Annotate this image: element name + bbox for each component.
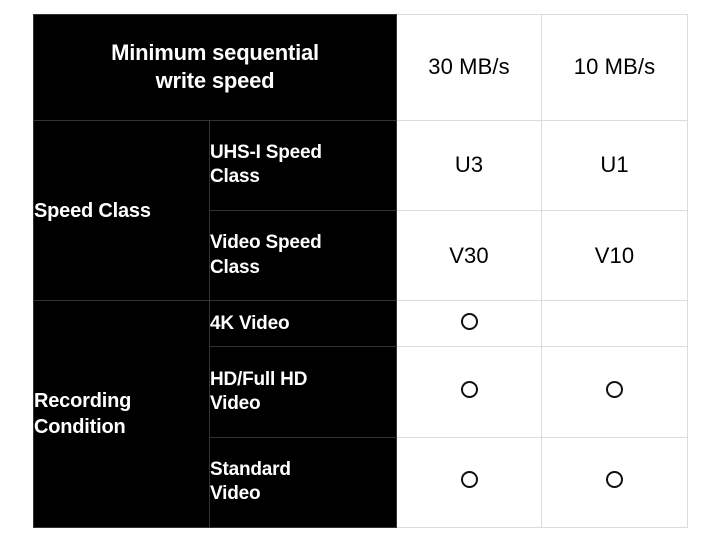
table-row-header: Minimum sequential write speed 30 MB/s 1…	[33, 14, 688, 121]
table-row-4k-video: Recording Condition 4K Video	[33, 300, 688, 528]
column-header-10mbs: 10 MB/s	[541, 14, 688, 121]
circle-outline-icon	[460, 471, 478, 489]
row-label-hd-line-1: HD/Full HD	[210, 368, 308, 390]
cell-video-speed-10mbs: V10	[541, 210, 688, 302]
spec-table-container: Minimum sequential write speed 30 MB/s 1…	[33, 14, 688, 529]
cell-standard-video-10mbs	[541, 436, 688, 529]
cell-4k-video-10mbs	[541, 300, 688, 348]
header-title-line-1: Minimum sequential	[111, 39, 319, 65]
row-label-hd-line-2: Video	[210, 393, 261, 415]
circle-outline-icon	[606, 471, 623, 489]
cell-hd-full-hd-10mbs	[541, 346, 688, 438]
column-header-10mbs-label: 10 MB/s	[573, 54, 656, 80]
group-label-recording-line-2: Condition	[34, 416, 126, 439]
table-row-uhs-i-speed-class: Speed Class UHS-I Speed Class U3 U1	[33, 119, 688, 302]
circle-outline-icon	[460, 312, 478, 330]
circle-outline-icon	[460, 381, 478, 399]
cell-uhs-i-10mbs: U1	[541, 119, 688, 212]
cell-hd-full-hd-30mbs	[396, 346, 542, 438]
cell-4k-video-30mbs	[396, 300, 542, 348]
cell-uhs-i-10mbs-value: U1	[600, 152, 629, 178]
cell-video-speed-10mbs-value: V10	[594, 242, 635, 268]
column-header-30mbs-label: 30 MB/s	[428, 54, 510, 80]
group-label-recording-condition: Recording Condition	[33, 300, 210, 528]
row-label-video-speed-class: Video Speed Class	[209, 210, 397, 302]
row-label-uhs-i-speed-class: UHS-I Speed Class	[209, 119, 397, 212]
group-label-speed-class: Speed Class	[33, 119, 210, 302]
row-label-video-line-1: Video Speed	[210, 232, 322, 254]
header-title-line-2: write speed	[155, 68, 275, 94]
group-label-recording-line-1: Recording	[34, 390, 132, 413]
row-label-standard-line-1: Standard	[210, 459, 291, 481]
cell-uhs-i-30mbs: U3	[396, 119, 542, 212]
row-label-video-line-2: Class	[210, 256, 260, 278]
row-label-standard-video: Standard Video	[209, 436, 397, 529]
row-label-uhs-i-line-1: UHS-I Speed	[210, 142, 322, 164]
column-header-30mbs: 30 MB/s	[396, 14, 542, 121]
cell-standard-video-30mbs	[396, 436, 542, 529]
circle-outline-icon	[606, 381, 623, 399]
header-title-cell: Minimum sequential write speed	[33, 14, 397, 121]
row-label-standard-line-2: Video	[210, 483, 261, 505]
cell-video-speed-30mbs: V30	[396, 210, 542, 302]
group-label-speed-class-text: Speed Class	[34, 199, 151, 222]
row-label-4k-video: 4K Video	[209, 300, 397, 348]
cell-uhs-i-30mbs-value: U3	[454, 152, 484, 178]
row-label-hd-full-hd-video: HD/Full HD Video	[209, 346, 397, 438]
sd-card-speed-spec-table: Minimum sequential write speed 30 MB/s 1…	[33, 14, 688, 529]
cell-video-speed-30mbs-value: V30	[449, 242, 489, 268]
row-label-4k-video-line-1: 4K Video	[210, 312, 290, 334]
row-label-uhs-i-line-2: Class	[210, 166, 260, 188]
